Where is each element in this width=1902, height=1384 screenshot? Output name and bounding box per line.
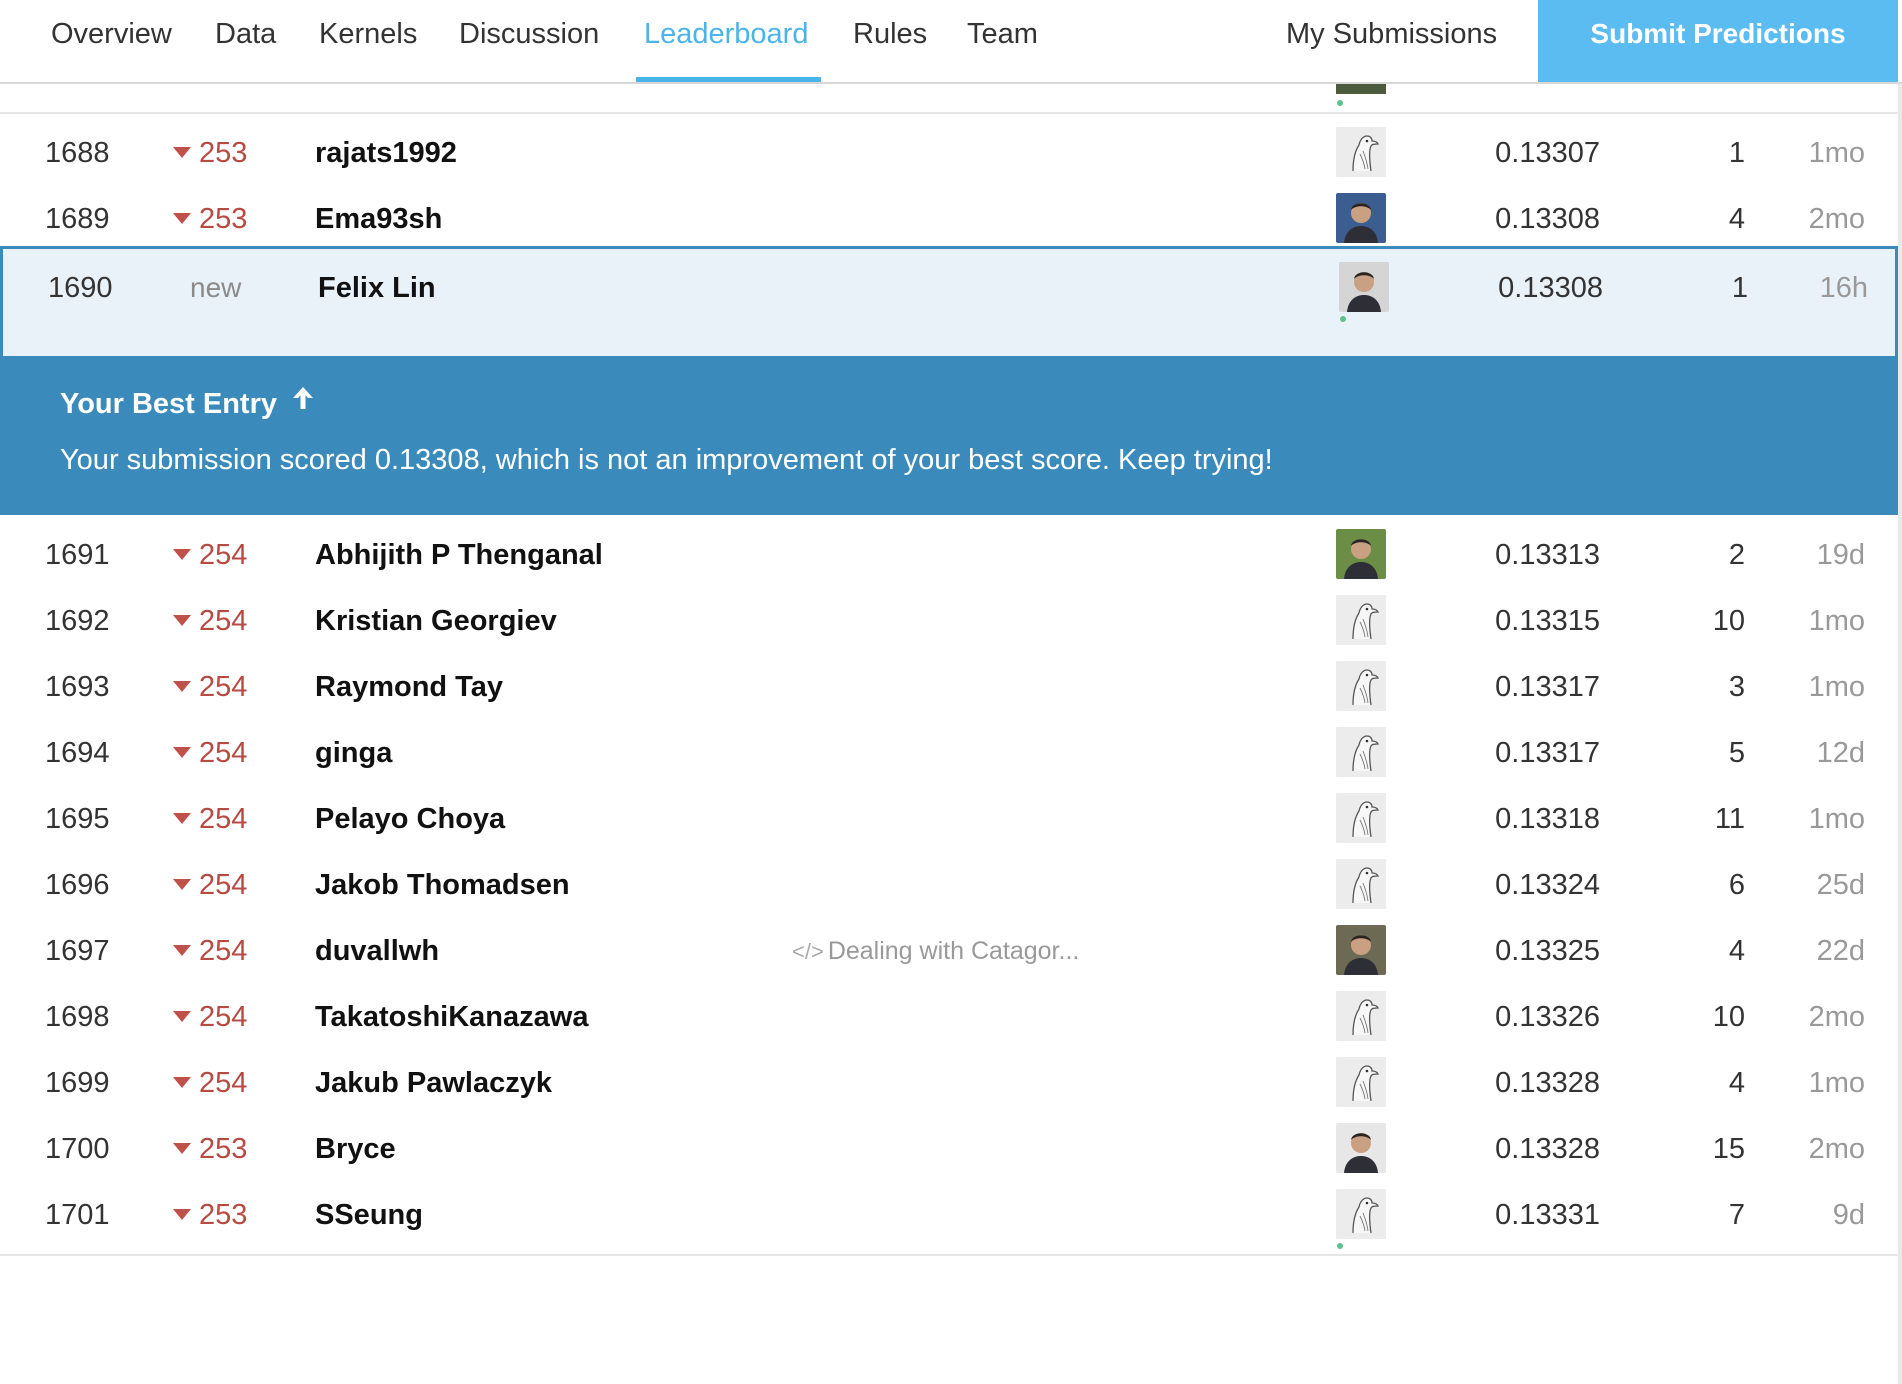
rank-down-icon <box>173 746 191 758</box>
kernel-title: Dealing with Catagor... <box>827 937 1080 965</box>
last-submission: 9d <box>1832 1199 1865 1231</box>
tab-kernels[interactable]: Kernels <box>319 0 417 84</box>
banner-message: Your submission scored 0.13308, which is… <box>60 444 1273 476</box>
rank-change-value: 254 <box>199 1001 248 1033</box>
default-bird-icon[interactable] <box>1336 661 1386 711</box>
avatar <box>1336 84 1386 94</box>
team-name[interactable]: SSeung <box>315 1176 423 1254</box>
default-bird-icon[interactable] <box>1336 991 1386 1041</box>
default-bird-icon[interactable] <box>1336 127 1386 177</box>
arrow-up-icon <box>291 385 315 419</box>
tab-leaderboard[interactable]: Leaderboard <box>644 0 808 84</box>
tab-discussion[interactable]: Discussion <box>459 0 599 84</box>
table-row-current-user[interactable]: 1690 new Felix Lin 0.13308 1 16h <box>0 246 1898 356</box>
default-bird-icon[interactable] <box>1336 727 1386 777</box>
rank-down-icon <box>173 1208 191 1220</box>
rank-change-new: new <box>190 272 242 303</box>
rank-down-icon <box>173 614 191 626</box>
rank-down-icon <box>173 680 191 692</box>
rank-down-icon <box>173 878 191 890</box>
rank-change-value: 254 <box>199 869 248 901</box>
tab-team[interactable]: Team <box>967 0 1038 84</box>
partial-row <box>0 84 1898 114</box>
scrollbar-track[interactable] <box>1898 84 1902 1384</box>
avatar[interactable] <box>1336 1123 1386 1173</box>
rank-change-value: 254 <box>199 671 248 703</box>
tier-indicator <box>1340 316 1349 322</box>
default-bird-icon[interactable] <box>1336 595 1386 645</box>
rank-change-value: 254 <box>199 803 248 835</box>
my-submissions-link[interactable]: My Submissions <box>1286 0 1497 84</box>
rank-change-value: 254 <box>199 935 248 967</box>
rank-change-value: 254 <box>199 1067 248 1099</box>
rank-down-icon <box>173 812 191 824</box>
rank: 1701 <box>45 1199 110 1231</box>
default-bird-icon[interactable] <box>1336 859 1386 909</box>
rank-down-icon <box>173 1142 191 1154</box>
competition-nav: Overview Data Kernels Discussion Leaderb… <box>0 0 1902 84</box>
rank-change-value: 253 <box>199 137 248 169</box>
rank-change-value: 254 <box>199 605 248 637</box>
tab-data[interactable]: Data <box>215 0 276 84</box>
rank: 1690 <box>48 272 113 304</box>
entry-count: 7 <box>1728 1199 1745 1231</box>
rank-change: 253 <box>173 1176 273 1254</box>
submit-predictions-button[interactable]: Submit Predictions <box>1538 0 1898 82</box>
table-row[interactable]: 1701 253 SSeung 0.13331 7 9d <box>0 1176 1898 1256</box>
team-name[interactable]: Felix Lin <box>318 249 436 327</box>
avatar[interactable] <box>1336 193 1386 243</box>
default-bird-icon[interactable] <box>1336 793 1386 843</box>
rank-change-value: 253 <box>199 203 248 235</box>
best-entry-banner: Your Best Entry Your submission scored 0… <box>0 356 1898 515</box>
score: 0.13308 <box>1498 272 1603 304</box>
tier-indicator <box>1337 100 1343 106</box>
banner-title: Your Best Entry <box>60 388 278 420</box>
tab-rules[interactable]: Rules <box>853 0 927 84</box>
rank-change-value: 253 <box>199 1199 248 1231</box>
rank-down-icon <box>173 548 191 560</box>
score: 0.13331 <box>1495 1199 1600 1231</box>
rank-down-icon <box>173 1076 191 1088</box>
code-icon: </> <box>792 939 824 964</box>
default-bird-icon[interactable] <box>1336 1057 1386 1107</box>
tab-overview[interactable]: Overview <box>51 0 172 84</box>
rank-change-value: 253 <box>199 1133 248 1165</box>
rank-down-icon <box>173 1010 191 1022</box>
active-tab-indicator <box>636 77 821 82</box>
rank-change-value: 254 <box>199 539 248 571</box>
rank-down-icon <box>173 212 191 224</box>
tier-indicator <box>1337 1243 1346 1249</box>
last-submission: 16h <box>1819 272 1868 304</box>
avatar[interactable] <box>1336 529 1386 579</box>
rank-down-icon <box>173 146 191 158</box>
rank-down-icon <box>173 944 191 956</box>
default-bird-icon[interactable] <box>1336 1189 1386 1239</box>
rank-change-value: 254 <box>199 737 248 769</box>
avatar[interactable] <box>1339 262 1389 312</box>
avatar[interactable] <box>1336 925 1386 975</box>
entry-count: 1 <box>1731 272 1748 304</box>
